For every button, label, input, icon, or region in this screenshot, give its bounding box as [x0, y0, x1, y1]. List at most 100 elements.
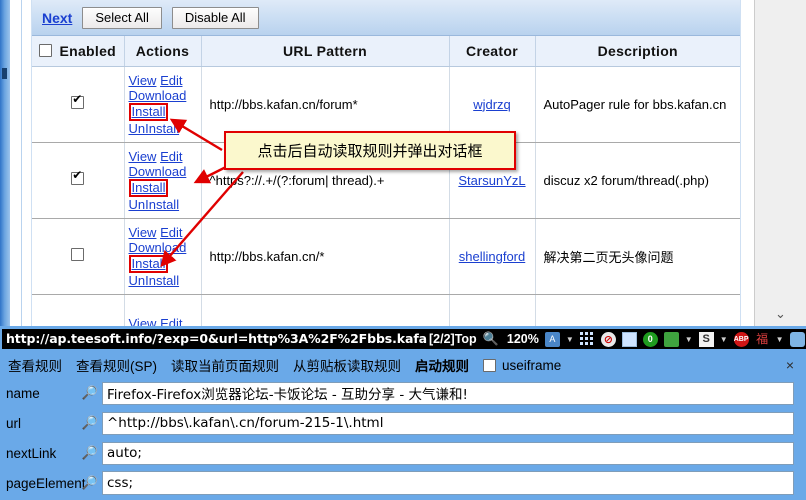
view-link[interactable]: View	[129, 73, 157, 88]
translate-icon[interactable]: A	[544, 331, 560, 347]
view-link[interactable]: View	[129, 316, 157, 326]
uninstall-link[interactable]: UnInstall	[129, 197, 180, 212]
search-icon[interactable]: 🔎	[78, 415, 102, 431]
uninstall-link[interactable]: UnInstall	[129, 121, 180, 136]
rail-gap-2	[22, 0, 32, 326]
cell-actions: View Edit Download	[124, 294, 202, 326]
adblock-icon[interactable]: ABP	[733, 331, 749, 347]
select-all-button[interactable]: Select All	[82, 6, 162, 29]
close-icon[interactable]: ×	[786, 357, 798, 373]
name-label: name	[6, 385, 40, 401]
toolbar-read-clipboard-rules[interactable]: 从剪贴板读取规则	[293, 355, 401, 375]
creator-link[interactable]: StarsunYzL	[458, 173, 525, 188]
search-icon[interactable]: 🔍	[483, 331, 499, 347]
url-label: url	[6, 415, 22, 431]
edit-link[interactable]: Edit	[160, 149, 182, 164]
search-icon[interactable]: 🔎	[78, 475, 102, 491]
download-link[interactable]: Download	[129, 164, 187, 179]
left-edge-rail	[0, 0, 10, 326]
cell-actions: View Edit Download Install UnInstall	[124, 218, 202, 295]
rules-table: Enabled Actions URL Pattern Creator Desc…	[32, 36, 740, 326]
annotation-callout: 点击后自动读取规则并弹出对话框	[224, 131, 516, 170]
rail-marker	[2, 68, 7, 79]
install-link[interactable]: Install	[132, 256, 166, 271]
chevron-down-icon[interactable]: ▼	[685, 335, 693, 344]
pageelement-label: pageElement	[6, 475, 86, 491]
rule-editor-form: name 🔎 Firefox-Firefox浏览器论坛-卡饭论坛 - 互助分享 …	[0, 378, 806, 500]
cell-creator	[449, 294, 536, 326]
toolbar-start-rule[interactable]: 启动规则	[415, 355, 469, 375]
install-highlight-box: Install	[128, 254, 169, 273]
install-link[interactable]: Install	[132, 180, 166, 195]
pageelement-field[interactable]: css;	[102, 471, 794, 495]
cell-enabled	[32, 66, 125, 143]
grid-apps-icon[interactable]	[579, 331, 595, 347]
header-url-pattern: URL Pattern	[201, 36, 450, 67]
uninstall-link[interactable]: UnInstall	[129, 273, 180, 288]
annotation-callout-text: 点击后自动读取规则并弹出对话框	[257, 142, 483, 160]
nextlink-field[interactable]: auto;	[102, 441, 794, 465]
row-enabled-checkbox[interactable]	[71, 248, 85, 261]
table-row: View Edit Download	[32, 294, 740, 326]
form-row-name: name 🔎 Firefox-Firefox浏览器论坛-卡饭论坛 - 互助分享 …	[0, 378, 806, 408]
cell-description	[535, 294, 740, 326]
chevron-down-icon[interactable]: ▼	[776, 335, 784, 344]
select-all-checkbox[interactable]	[39, 44, 53, 58]
no-script-icon[interactable]: ⊘	[600, 331, 616, 347]
toolbar-read-current-page-rules[interactable]: 读取当前页面规则	[171, 355, 279, 375]
creator-link[interactable]: wjdrzq	[473, 97, 511, 112]
view-link[interactable]: View	[129, 225, 157, 240]
row-enabled-checkbox[interactable]	[71, 93, 85, 109]
chevron-down-icon[interactable]: ▼	[720, 335, 728, 344]
creator-link[interactable]: shellingford	[459, 249, 526, 264]
form-row-url: url 🔎 ^http://bbs\.kafan\.cn/forum-215-1…	[0, 408, 806, 438]
page-inner-scrollbar[interactable]	[740, 0, 754, 326]
install-highlight-box: Install	[128, 178, 169, 197]
autopager-icon[interactable]: 福	[755, 332, 770, 347]
find-position-label: [2/2]Top	[429, 332, 477, 346]
edit-link[interactable]: Edit	[160, 316, 182, 326]
status-url-text: http://ap.teesoft.info/?exp=0&url=http%3…	[2, 329, 430, 349]
name-field[interactable]: Firefox-Firefox浏览器论坛-卡饭论坛 - 互助分享 - 大气谦和!	[102, 381, 794, 405]
form-row-nextlink: nextLink 🔎 auto;	[0, 438, 806, 468]
cell-description: 解决第二页无头像问题	[535, 218, 740, 295]
zoom-level-label[interactable]: 120%	[507, 332, 539, 346]
next-link[interactable]: Next	[42, 10, 72, 26]
useiframe-checkbox[interactable]	[483, 358, 496, 372]
search-icon[interactable]: 🔎	[78, 445, 102, 461]
edit-link[interactable]: Edit	[160, 73, 182, 88]
cell-description: discuz x2 forum/thread(.php)	[535, 142, 740, 219]
install-link[interactable]: Install	[132, 104, 166, 119]
download-link[interactable]: Download	[129, 88, 187, 103]
bottle-icon[interactable]	[789, 331, 805, 347]
url-field[interactable]: ^http://bbs\.kafan\.cn/forum-215-1\.html	[102, 411, 794, 435]
puzzle-extension-icon[interactable]	[663, 331, 679, 347]
chevron-down-icon[interactable]: ⌄	[775, 307, 786, 320]
cell-enabled	[32, 218, 125, 295]
rules-action-bar: Next Select All Disable All	[32, 0, 740, 36]
window-scrollbar[interactable]: ⌄	[754, 0, 806, 326]
chevron-down-icon[interactable]: ▼	[566, 335, 574, 344]
view-link[interactable]: View	[129, 149, 157, 164]
stylish-icon[interactable]: S	[698, 331, 714, 347]
row-enabled-checkbox[interactable]	[71, 169, 85, 185]
panel-icon[interactable]	[621, 331, 637, 347]
rail-gap-1	[10, 0, 22, 326]
header-creator: Creator	[449, 36, 536, 67]
search-icon[interactable]: 🔎	[78, 385, 102, 401]
cell-creator: shellingford	[449, 218, 536, 295]
disable-all-button[interactable]: Disable All	[171, 6, 259, 29]
header-enabled-label: Enabled	[59, 42, 117, 59]
download-link[interactable]: Download	[129, 240, 187, 255]
edit-link[interactable]: Edit	[160, 225, 182, 240]
cell-url-pattern	[201, 294, 450, 326]
header-enabled: Enabled	[32, 36, 125, 67]
rules-table-header-row: Enabled Actions URL Pattern Creator Desc…	[32, 36, 740, 67]
counter-badge-icon[interactable]: 0	[642, 331, 658, 347]
useiframe-checkbox-group[interactable]: useiframe	[483, 358, 561, 373]
toolbar-view-rules-sp[interactable]: 查看规则(SP)	[76, 355, 157, 375]
rules-table-body: View Edit Download Install UnInstall htt…	[32, 66, 740, 326]
status-bar-right: [2/2]Top 🔍 120% A ▼ ⊘ 0 ▼ S ▼ ABP 福 ▼ ★ …	[429, 329, 806, 349]
form-row-pageelement: pageElement 🔎 css;	[0, 468, 806, 498]
toolbar-view-rules[interactable]: 查看规则	[8, 355, 62, 375]
